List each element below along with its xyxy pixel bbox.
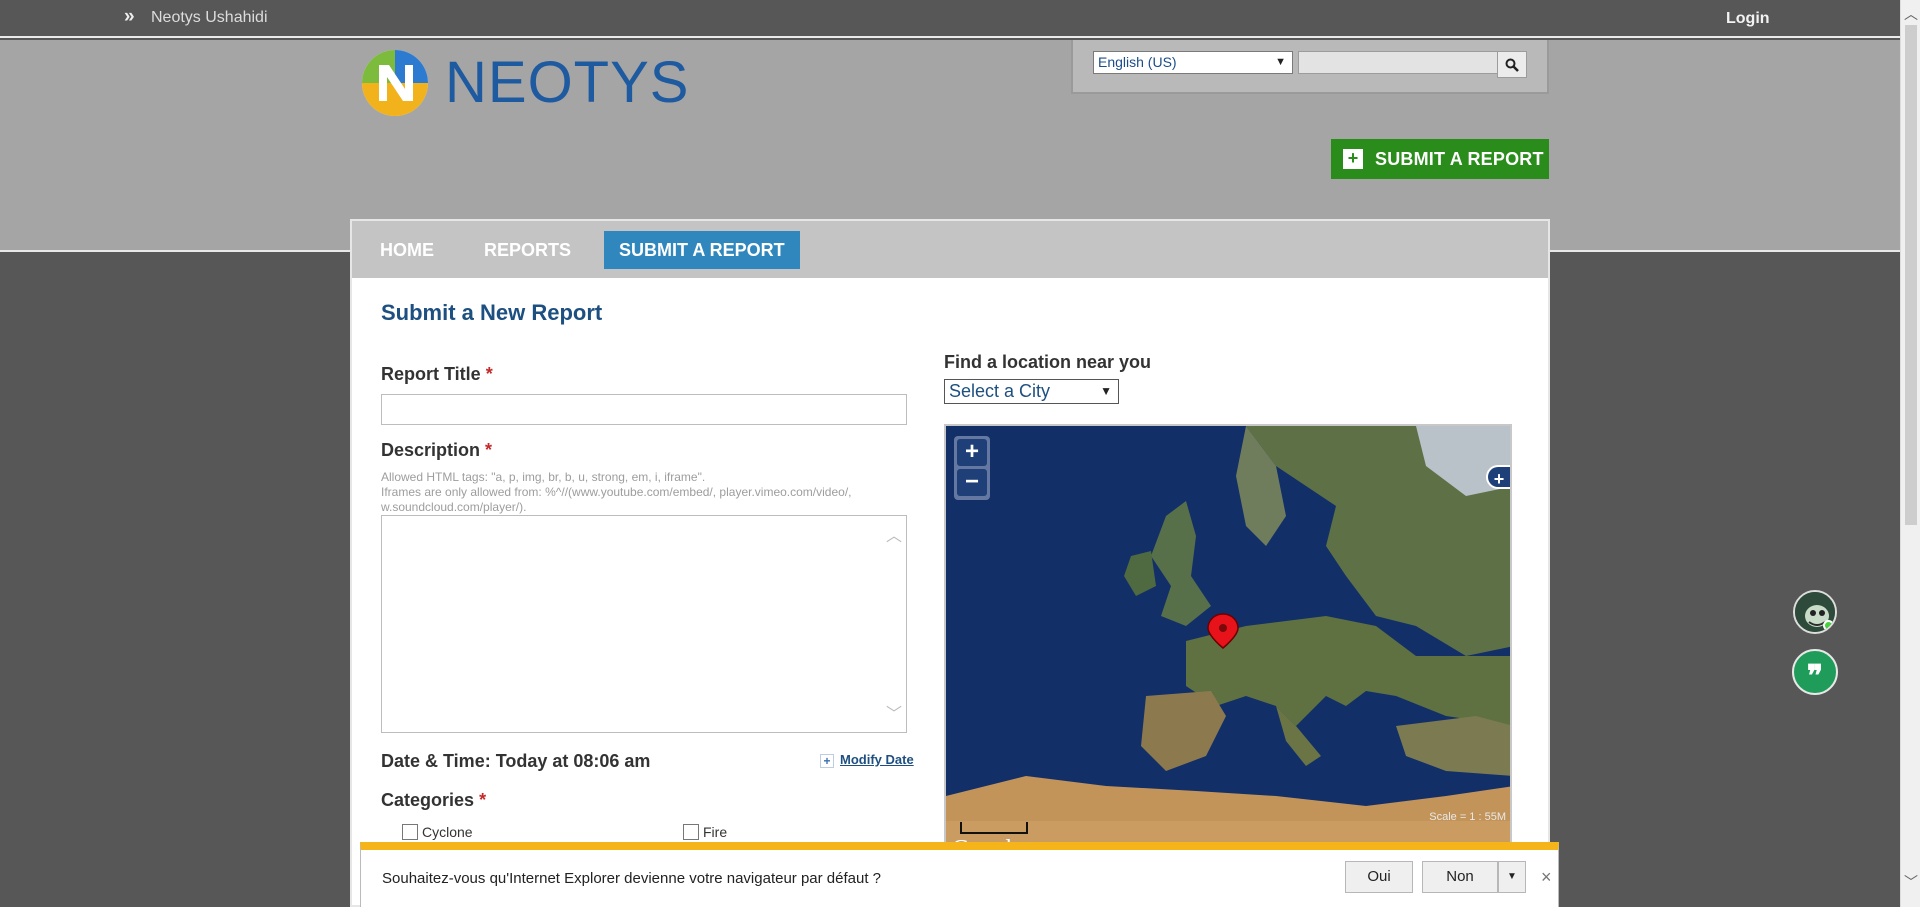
- categories-label-text: Categories: [381, 790, 475, 810]
- nav-submit-report[interactable]: SUBMIT A REPORT: [604, 231, 800, 269]
- location-map[interactable]: + − + Scale = 1 : 55M Google: [944, 424, 1512, 907]
- report-title-label: Report Title *: [381, 364, 493, 385]
- description-label: Description *: [381, 440, 492, 461]
- map-zoom-control: + −: [954, 436, 990, 500]
- close-icon[interactable]: ×: [1541, 867, 1552, 888]
- layer-switcher-button[interactable]: +: [1486, 465, 1510, 489]
- chat-avatar[interactable]: [1793, 590, 1837, 634]
- neotys-logo-icon: [362, 50, 428, 116]
- scroll-down-arrow-icon[interactable]: ﹀: [1904, 872, 1918, 892]
- chevron-down-icon: ▼: [1507, 871, 1517, 882]
- description-textarea[interactable]: ︿ ﹀: [381, 515, 907, 733]
- logo-wordmark: NEOTYS: [445, 50, 690, 115]
- find-location-label: Find a location near you: [944, 352, 1152, 372]
- login-link[interactable]: Login: [1726, 10, 1770, 28]
- scroll-up-icon[interactable]: ︿: [886, 522, 902, 546]
- plus-icon: +: [820, 753, 834, 768]
- ie-yes-button[interactable]: Oui: [1345, 861, 1413, 893]
- chevron-down-icon: ▼: [1100, 384, 1112, 398]
- quote-icon: ❞: [1806, 660, 1824, 693]
- required-mark: *: [479, 790, 487, 810]
- language-select[interactable]: English (US) ▼: [1093, 51, 1293, 74]
- ie-no-button[interactable]: Non: [1422, 861, 1498, 893]
- chevron-down-icon: ▼: [1275, 56, 1286, 68]
- ie-options-dropdown[interactable]: ▼: [1498, 861, 1526, 893]
- nav-home[interactable]: HOME: [365, 231, 449, 269]
- search-input[interactable]: [1298, 51, 1498, 74]
- report-title-label-text: Report Title: [381, 364, 481, 384]
- checkbox-fire[interactable]: [683, 824, 699, 840]
- ie-default-browser-bar: Souhaitez-vous qu'Internet Explorer devi…: [360, 842, 1559, 907]
- description-hint-iframes: Iframes are only allowed from: %^//(www.…: [381, 485, 852, 514]
- satellite-map-image: [946, 426, 1510, 907]
- search-button[interactable]: [1497, 51, 1527, 78]
- city-select[interactable]: Select a City ▼: [944, 379, 1119, 404]
- window-scrollbar[interactable]: ︿ ﹀: [1900, 0, 1920, 907]
- category-cyclone[interactable]: Cyclone: [402, 824, 473, 840]
- description-hint: Allowed HTML tags: "a, p, img, br, b, u,…: [381, 470, 911, 515]
- search-panel: English (US) ▼: [1071, 40, 1549, 94]
- required-mark: *: [485, 440, 493, 460]
- plus-icon: +: [1343, 149, 1363, 169]
- modify-date-link[interactable]: + Modify Date: [820, 752, 914, 768]
- map-scale-bar: [960, 822, 1028, 834]
- scroll-down-icon[interactable]: ﹀: [886, 700, 902, 724]
- main-panel: HOME REPORTS SUBMIT A REPORT Submit a Ne…: [350, 219, 1550, 907]
- online-status-dot: [1823, 620, 1834, 631]
- ie-bar-message: Souhaitez-vous qu'Internet Explorer devi…: [382, 870, 882, 887]
- description-label-text: Description: [381, 440, 481, 460]
- category-fire[interactable]: Fire: [683, 824, 727, 840]
- submit-report-header-label: SUBMIT A REPORT: [1375, 149, 1544, 169]
- top-bar: » Neotys Ushahidi Login: [0, 0, 1900, 38]
- category-cyclone-label: Cyclone: [422, 824, 473, 840]
- quote-chat-button[interactable]: ❞: [1792, 649, 1838, 695]
- modify-date-text: Modify Date: [840, 752, 914, 767]
- zoom-out-button[interactable]: −: [957, 469, 987, 496]
- required-mark: *: [485, 364, 493, 384]
- scroll-up-arrow-icon[interactable]: ︿: [1904, 4, 1918, 24]
- category-fire-label: Fire: [703, 824, 728, 840]
- neotys-logo[interactable]: NEOTYS: [359, 47, 689, 119]
- language-select-value: English (US): [1098, 54, 1177, 70]
- page-title: Submit a New Report: [381, 300, 603, 325]
- nav-reports[interactable]: REPORTS: [469, 231, 586, 269]
- map-scale-text: Scale = 1 : 55M: [1429, 811, 1506, 823]
- city-select-value: Select a City: [949, 381, 1051, 401]
- zoom-in-button[interactable]: +: [957, 439, 987, 466]
- categories-label: Categories *: [381, 790, 486, 811]
- submit-report-header-button[interactable]: + SUBMIT A REPORT: [1331, 139, 1549, 179]
- checkbox-cyclone[interactable]: [402, 824, 418, 840]
- description-hint-tags: Allowed HTML tags: "a, p, img, br, b, u,…: [381, 470, 706, 484]
- report-title-input[interactable]: [381, 394, 907, 425]
- main-nav: HOME REPORTS SUBMIT A REPORT: [352, 221, 1548, 278]
- site-name-link[interactable]: Neotys Ushahidi: [151, 9, 268, 27]
- search-icon: [1505, 58, 1519, 72]
- datetime-label: Date & Time: Today at 08:06 am: [381, 751, 651, 771]
- scrollbar-thumb[interactable]: [1905, 25, 1917, 525]
- chevron-right-icon[interactable]: »: [124, 6, 135, 28]
